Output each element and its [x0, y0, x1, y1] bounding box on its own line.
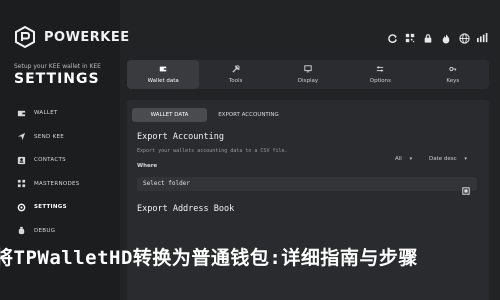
tab-keys[interactable]: Keys: [417, 60, 489, 89]
setup-subtitle: Setup your KEE wallet in KEE: [14, 63, 101, 70]
sync-icon[interactable]: [386, 32, 398, 44]
sort-filter-value: Date desc: [429, 156, 457, 162]
select-folder-text: Select folder: [143, 180, 190, 187]
export-accounting-desc: Export your wallets accounting data to a…: [137, 148, 288, 154]
page-title: SETTINGS: [14, 71, 100, 87]
wallet-icon: [16, 108, 26, 118]
sidebar-item-label: WALLET: [34, 110, 58, 116]
contacts-icon: [16, 155, 26, 165]
watermark-text: 将TPWalletHD转换为普通钱包:详细指南与步骤: [0, 247, 418, 269]
export-accounting-title: Export Accounting: [137, 132, 224, 142]
sidebar-item-masternodes[interactable]: MASTERNODES: [16, 178, 111, 190]
tab-label: Keys: [446, 78, 460, 84]
tab-display[interactable]: Display: [272, 60, 344, 89]
masternodes-icon: [16, 179, 26, 189]
sidebar-item-label: SEND KEE: [34, 133, 65, 140]
sidebar-item-send-kee[interactable]: SEND KEE: [16, 131, 111, 143]
subtabs: WALLET DATA EXPORT ACCOUNTING: [132, 108, 290, 122]
display-icon: [304, 65, 312, 75]
sort-filter[interactable]: Date desc ▾: [429, 156, 467, 162]
network-icon[interactable]: [458, 32, 470, 44]
where-label: Where: [137, 163, 158, 169]
sidebar-item-contacts[interactable]: CONTACTS: [16, 154, 111, 166]
export-address-book-title: Export Address Book: [137, 204, 235, 214]
type-filter[interactable]: All ▾: [395, 156, 412, 162]
keys-icon: [449, 65, 457, 75]
settings-icon: [16, 202, 26, 212]
subtab-export-accounting[interactable]: EXPORT ACCOUNTING: [211, 108, 286, 122]
tab-label: Wallet data: [147, 78, 179, 84]
chevron-down-icon: ▾: [409, 156, 413, 162]
tab-label: Tools: [228, 78, 243, 84]
tab-options[interactable]: Options: [344, 60, 416, 89]
tab-tools[interactable]: Tools: [199, 60, 271, 89]
chevron-down-icon: ▾: [464, 156, 467, 162]
tab-wallet-data[interactable]: Wallet data: [127, 60, 200, 89]
sidebar-item-label: SETTINGS: [34, 204, 67, 210]
brand-name: POWERKEE: [44, 29, 130, 45]
lock-icon[interactable]: [422, 32, 434, 44]
send-icon: [16, 132, 26, 142]
flame-icon[interactable]: [440, 32, 452, 44]
tools-icon: [231, 65, 240, 75]
peers-icon[interactable]: [476, 32, 488, 44]
options-icon: [376, 65, 384, 75]
sidebar-item-wallet[interactable]: WALLET: [16, 107, 111, 119]
top-toolbar: [386, 32, 488, 44]
powerkee-logo-icon: [14, 26, 36, 48]
qr-code-icon[interactable]: [404, 32, 416, 44]
folder-icon[interactable]: [462, 180, 470, 195]
sidebar-nav: WALLET SEND KEE CONTACTS MASTERNODES SET…: [16, 107, 111, 248]
tab-label: Display: [297, 78, 319, 84]
type-filter-value: All: [395, 156, 402, 162]
subtab-wallet-data[interactable]: WALLET DATA: [132, 108, 207, 122]
settings-content: WALLET DATA EXPORT ACCOUNTING Export Acc…: [127, 100, 489, 300]
sidebar-item-label: DEBUG: [34, 227, 56, 234]
sidebar-item-label: MASTERNODES: [34, 180, 80, 187]
wallet-data-icon: [159, 65, 167, 75]
sidebar-item-settings[interactable]: SETTINGS: [16, 201, 111, 213]
sidebar-item-label: CONTACTS: [34, 157, 66, 163]
settings-tabs: Wallet data Tools Display Options Keys: [127, 60, 489, 89]
brand: POWERKEE: [14, 26, 130, 48]
sidebar-item-debug[interactable]: DEBUG: [16, 225, 111, 237]
tab-label: Options: [369, 78, 392, 84]
select-folder-field[interactable]: Select folder: [137, 177, 477, 195]
debug-icon: [16, 226, 26, 236]
